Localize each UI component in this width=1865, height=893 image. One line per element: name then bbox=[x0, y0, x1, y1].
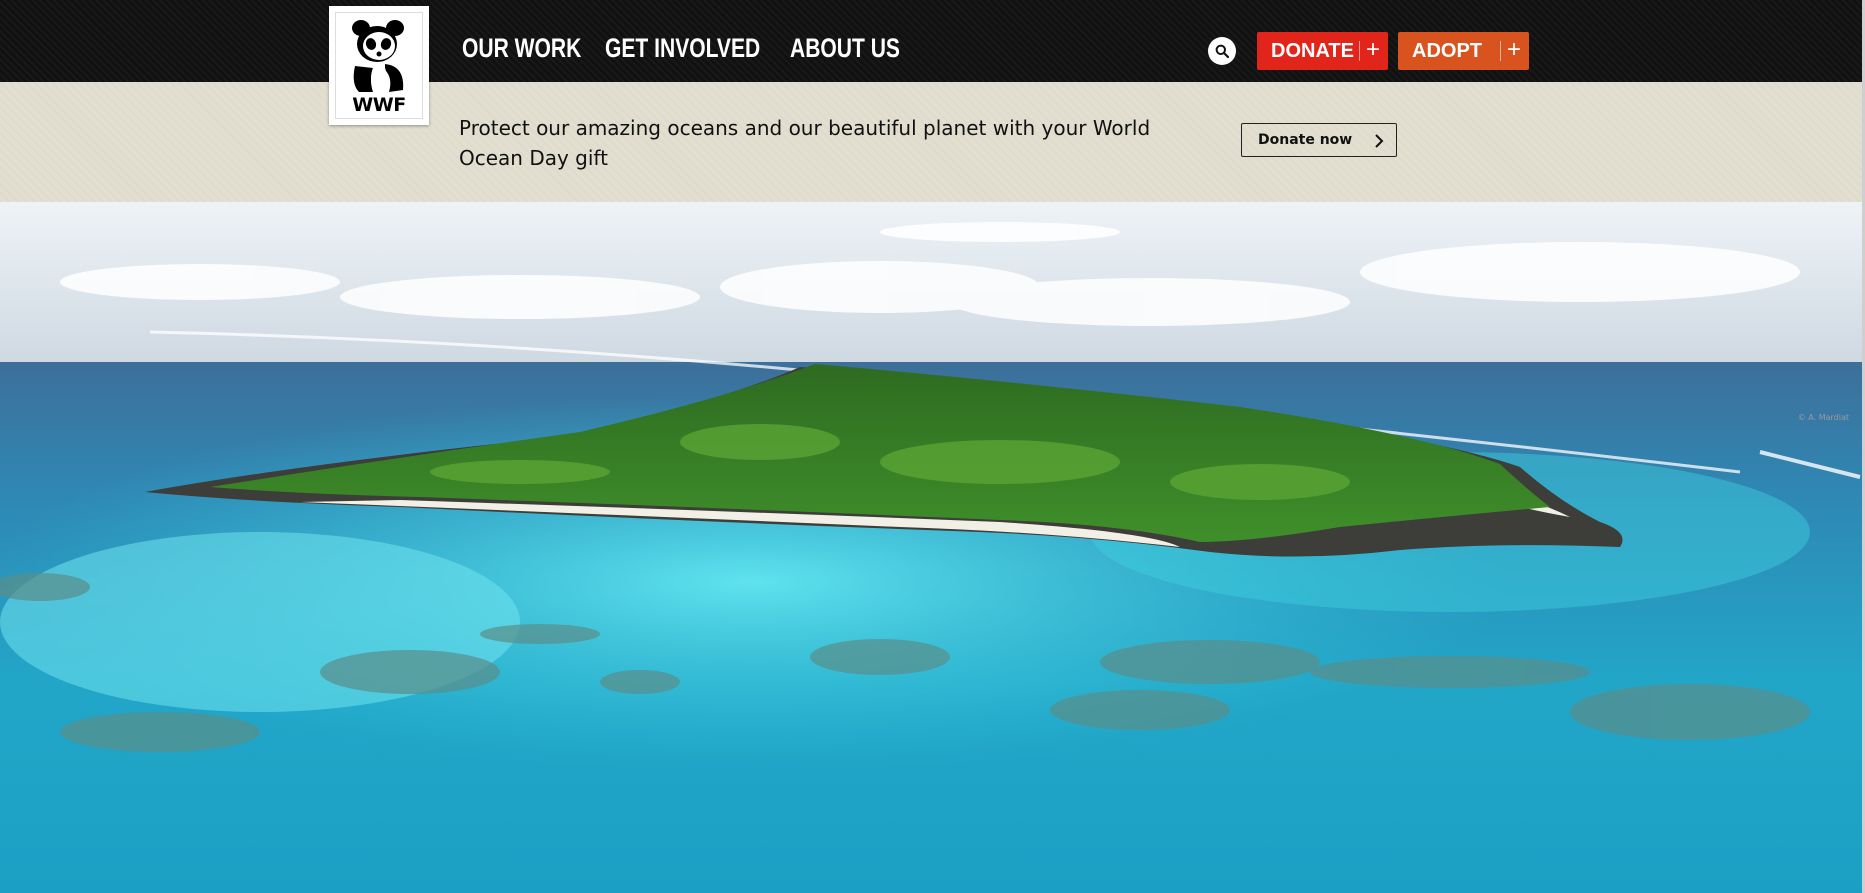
adopt-label: ADOPT bbox=[1412, 39, 1482, 62]
donate-now-button[interactable]: Donate now bbox=[1241, 123, 1397, 157]
search-button[interactable] bbox=[1208, 37, 1236, 65]
donate-button[interactable]: DONATE + bbox=[1257, 32, 1388, 70]
banner-message: Protect our amazing oceans and our beaut… bbox=[459, 116, 1151, 170]
top-navigation-bar bbox=[0, 0, 1865, 82]
wwf-logo[interactable]: WWF bbox=[329, 6, 429, 125]
photo-credit: © A. Mardiat bbox=[1797, 413, 1849, 422]
island-illustration bbox=[0, 202, 1865, 893]
chevron-right-icon bbox=[1375, 134, 1384, 148]
nav-about-us[interactable]: ABOUT US bbox=[790, 30, 900, 66]
adopt-button[interactable]: ADOPT + bbox=[1398, 32, 1529, 70]
nav-get-involved[interactable]: GET INVOLVED bbox=[605, 30, 760, 66]
plus-icon: + bbox=[1507, 36, 1522, 63]
donate-divider bbox=[1359, 41, 1360, 61]
promo-banner: Protect our amazing oceans and our beaut… bbox=[0, 82, 1865, 202]
plus-icon: + bbox=[1366, 36, 1381, 63]
donate-now-label: Donate now bbox=[1258, 132, 1353, 148]
hero-image: © A. Mardiat bbox=[0, 202, 1865, 893]
nav-our-work[interactable]: OUR WORK bbox=[462, 30, 581, 66]
adopt-divider bbox=[1500, 41, 1501, 61]
logo-text: WWF bbox=[352, 94, 406, 116]
donate-label: DONATE bbox=[1271, 39, 1354, 62]
search-icon bbox=[1215, 44, 1229, 58]
main-nav: OUR WORK GET INVOLVED ABOUT US bbox=[462, 30, 910, 66]
